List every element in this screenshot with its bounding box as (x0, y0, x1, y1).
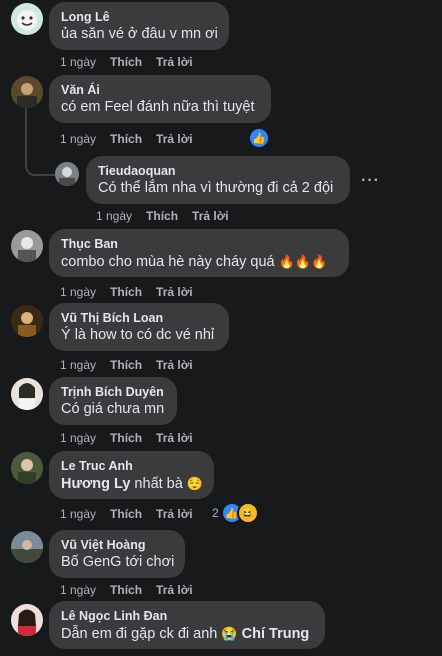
thread-connector (25, 108, 55, 176)
comment-text: Bố GenG tới chơi (61, 554, 175, 570)
like-button[interactable]: Thích (110, 54, 142, 70)
comment-text-body: nhất bà (130, 476, 183, 492)
reply-button[interactable]: Trả lời (192, 208, 229, 224)
comment-time[interactable]: 1 ngày (60, 131, 96, 147)
comment-bubble: Trịnh Bích Duyên Có giá chưa mn (49, 377, 177, 425)
like-button[interactable]: Thích (146, 208, 178, 224)
comment-author[interactable]: Lê Ngọc Linh Đan (61, 608, 313, 624)
comment-time[interactable]: 1 ngày (60, 357, 96, 373)
avatar[interactable] (11, 76, 43, 108)
like-button[interactable]: Thích (110, 430, 142, 446)
relieved-emoji: 😌 (186, 476, 204, 491)
avatar[interactable] (11, 230, 43, 262)
comment-author[interactable]: Vũ Thị Bích Loan (61, 310, 217, 326)
comment-actions: 1 ngày Thích Trả lời (60, 284, 193, 300)
avatar[interactable] (11, 305, 43, 337)
like-reaction-icon: 👍 (248, 127, 270, 149)
comment-time[interactable]: 1 ngày (96, 208, 132, 224)
comment-text: Ý là how to có dc vé nhỉ (61, 327, 215, 343)
comment-text-body: Dẫn em đi gặp ck đi anh (61, 626, 218, 642)
comment-actions: 1 ngày Thích Trả lời (60, 131, 193, 147)
comment-actions: 1 ngày Thích Trả lời (96, 208, 229, 224)
comment-time[interactable]: 1 ngày (60, 284, 96, 300)
avatar[interactable] (55, 162, 79, 186)
comment-text: ủa săn vé ở đâu v mn ơi (61, 26, 218, 42)
mention-link[interactable]: Chí Trung (242, 626, 310, 642)
comment-text: Có giá chưa mn (61, 401, 165, 417)
avatar[interactable] (11, 452, 43, 484)
mention-link[interactable]: Hương Ly (61, 476, 130, 492)
haha-reaction-icon: 😆 (236, 502, 259, 524)
comment-time[interactable]: 1 ngày (60, 430, 96, 446)
comment-time[interactable]: 1 ngày (60, 582, 96, 598)
comment-actions: 1 ngày Thích Trả lời (60, 430, 193, 446)
comment-author[interactable]: Văn Ái (61, 82, 259, 98)
comment-bubble: Vũ Việt Hoàng Bố GenG tới chơi (49, 530, 185, 578)
reply-button[interactable]: Trả lời (156, 284, 193, 300)
reply-bubble: Tieudaoquan Có thể lắm nha vì thường đi … (86, 156, 350, 204)
comment-time[interactable]: 1 ngày (60, 506, 96, 522)
comment-actions: 1 ngày Thích Trả lời (60, 506, 193, 522)
comment-actions: 1 ngày Thích Trả lời (60, 357, 193, 373)
reply-button[interactable]: Trả lời (156, 131, 193, 147)
comment-text: có em Feel đánh nữa thì tuyệt (61, 99, 255, 115)
crying-emoji: 😭 (221, 626, 238, 641)
reaction-count: 2 (212, 506, 219, 520)
comment-bubble: Le Truc Anh Hương Ly nhất bà 😌 (49, 451, 214, 499)
comment-actions: 1 ngày Thích Trả lời (60, 582, 193, 598)
comment-author[interactable]: Long Lê (61, 9, 217, 25)
comment-author[interactable]: Vũ Việt Hoàng (61, 537, 173, 553)
reply-button[interactable]: Trả lời (156, 54, 193, 70)
comment-author[interactable]: Trịnh Bích Duyên (61, 384, 165, 400)
more-options-icon[interactable]: ··· (361, 172, 380, 190)
comment-text: Có thể lắm nha vì thường đi cả 2 đội (98, 180, 334, 196)
comment-bubble: Thục Ban combo cho mùa hè này cháy quá 🔥… (49, 229, 349, 277)
comment-actions: 1 ngày Thích Trả lời (60, 54, 193, 70)
reply-button[interactable]: Trả lời (156, 506, 193, 522)
avatar[interactable] (11, 604, 43, 636)
comment-author[interactable]: Thục Ban (61, 236, 337, 252)
like-button[interactable]: Thích (110, 284, 142, 300)
comment-bubble: Văn Ái có em Feel đánh nữa thì tuyệt (49, 75, 271, 123)
reaction-summary[interactable]: 👍 (248, 127, 270, 149)
like-button[interactable]: Thích (110, 506, 142, 522)
reply-button[interactable]: Trả lời (156, 357, 193, 373)
comment-author[interactable]: Le Truc Anh (61, 458, 202, 474)
comment-text-body: combo cho mùa hè này cháy quá (61, 254, 275, 270)
comment-time[interactable]: 1 ngày (60, 54, 96, 70)
reaction-summary[interactable]: 2 👍 😆 (212, 502, 259, 524)
comment-bubble: Vũ Thị Bích Loan Ý là how to có dc vé nh… (49, 303, 229, 351)
like-button[interactable]: Thích (110, 357, 142, 373)
comment-author[interactable]: Tieudaoquan (98, 163, 338, 179)
like-button[interactable]: Thích (110, 582, 142, 598)
comment-bubble: Lê Ngọc Linh Đan Dẫn em đi gặp ck đi anh… (49, 601, 325, 649)
comment-text: Hương Ly nhất bà 😌 (61, 474, 204, 494)
comment-text: Dẫn em đi gặp ck đi anh 😭 Chí Trung (61, 624, 313, 644)
reply-button[interactable]: Trả lời (156, 582, 193, 598)
comment-text: combo cho mùa hè này cháy quá 🔥🔥🔥 (61, 252, 337, 272)
fire-emoji: 🔥🔥🔥 (278, 254, 328, 269)
avatar[interactable] (11, 378, 43, 410)
reply-button[interactable]: Trả lời (156, 430, 193, 446)
avatar[interactable] (11, 3, 43, 35)
like-button[interactable]: Thích (110, 131, 142, 147)
avatar[interactable] (11, 531, 43, 563)
comment-bubble: Long Lê ủa săn vé ở đâu v mn ơi (49, 2, 229, 50)
